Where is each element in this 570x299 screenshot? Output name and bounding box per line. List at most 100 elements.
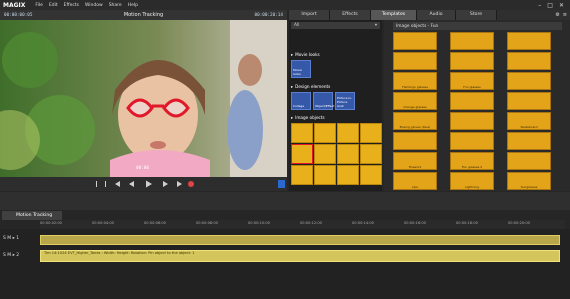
image-object-tile[interactable] <box>360 123 382 143</box>
image-object-cell[interactable]: Flamingo glasses <box>393 72 437 90</box>
image-object-tile[interactable] <box>337 165 359 185</box>
image-object-tile-selected[interactable] <box>291 144 313 164</box>
image-object-cell[interactable] <box>450 32 494 50</box>
tab-effects[interactable]: Effects <box>330 10 371 20</box>
image-object-cell[interactable]: Sunglasses <box>507 172 551 190</box>
tile-collage[interactable]: Collage <box>291 92 311 110</box>
menu-edit[interactable]: Edit <box>49 3 58 8</box>
timeline-ruler[interactable]: 00:00:02:00 00:00:04:00 00:00:06:00 00:00:0… <box>40 220 565 229</box>
image-object-cell[interactable]: Lightning <box>450 172 494 190</box>
image-object-cell[interactable]: Lips <box>393 172 437 190</box>
ruler-tick-label: 00:00:04:00 <box>92 221 114 225</box>
triangle-icon: ▸ <box>291 115 294 120</box>
track-tab[interactable]: Motion Tracking <box>2 211 62 220</box>
tab-import[interactable]: Import <box>289 10 330 20</box>
chevron-down-icon: ▾ <box>374 23 377 28</box>
tile-object-effect[interactable]: Object/Effect <box>313 92 335 110</box>
image-object-tile[interactable] <box>360 144 382 164</box>
image-object-cell[interactable] <box>507 132 551 150</box>
track-2-controls[interactable]: S M ▸ 2 <box>3 253 19 258</box>
prev-frame-icon[interactable] <box>129 181 134 187</box>
section-label: Image objects <box>295 115 325 120</box>
cell-label: Fun glasses <box>463 85 481 89</box>
image-object-cell[interactable] <box>507 92 551 110</box>
image-object-tile[interactable] <box>360 165 382 185</box>
image-object-cell[interactable] <box>393 132 437 150</box>
image-object-tile[interactable] <box>337 144 359 164</box>
video-frame <box>0 20 287 177</box>
skip-back-icon[interactable] <box>115 181 120 187</box>
clip-label: Tim 14:1024 EVT_Higher_Tones : Width: He… <box>44 251 195 255</box>
image-object-tile[interactable] <box>291 123 313 143</box>
image-object-tile[interactable] <box>291 165 313 185</box>
image-object-cell[interactable] <box>507 52 551 70</box>
tile-pip[interactable]: Picture-in-Picture Anst <box>335 92 355 110</box>
section-image-objects[interactable]: ▸ Image objects <box>291 115 325 120</box>
ruler-tick-label: 00:00:08:00 <box>196 221 218 225</box>
image-object-tile[interactable] <box>314 123 336 143</box>
tile-movie-looks[interactable]: Movie looks <box>291 60 311 78</box>
category-selector[interactable]: All ▾ <box>291 22 380 29</box>
tile-label: Object/Effect <box>315 104 335 108</box>
image-object-cell[interactable] <box>450 132 494 150</box>
menu-window[interactable]: Window <box>85 3 103 8</box>
image-object-cell[interactable] <box>393 52 437 70</box>
image-object-cell[interactable]: Orange glasses <box>393 92 437 110</box>
close-icon[interactable]: ✕ <box>559 2 564 9</box>
image-object-cell[interactable] <box>507 72 551 90</box>
cell-label: Skateboard <box>520 125 538 129</box>
minimize-icon[interactable]: – <box>538 2 541 9</box>
tab-store[interactable]: Store <box>456 10 497 20</box>
section-movie-looks[interactable]: ▸ Movie looks <box>291 52 320 57</box>
menu-bar: MAGIX File Edit Effects Window Share Hel… <box>0 0 570 10</box>
image-object-cell[interactable] <box>450 92 494 110</box>
tab-audio[interactable]: Audio <box>417 10 456 20</box>
image-object-tile[interactable] <box>314 144 336 164</box>
image-object-cell[interactable] <box>393 32 437 50</box>
video-preview[interactable]: 00:00 <box>0 20 287 177</box>
image-object-tile[interactable] <box>314 165 336 185</box>
menu-icon[interactable]: ≡ <box>563 12 567 18</box>
arranger-toolbar <box>0 192 570 210</box>
image-object-cell[interactable] <box>450 112 494 130</box>
preview-title: Motion Tracking <box>123 12 164 18</box>
image-object-cell[interactable]: Skateboard <box>507 112 551 130</box>
play-icon[interactable] <box>146 180 152 188</box>
track-1-controls[interactable]: S M ▸ 1 <box>3 236 19 241</box>
category-selector-value: All <box>294 23 300 28</box>
mark-out-icon[interactable] <box>105 181 106 187</box>
image-object-cell[interactable]: Firework <box>393 152 437 170</box>
mark-in-icon[interactable] <box>96 181 97 187</box>
image-object-tile[interactable] <box>337 123 359 143</box>
image-object-cell[interactable]: Fun glasses <box>450 72 494 90</box>
cell-label: Lightning <box>464 185 480 189</box>
tab-templates[interactable]: Templates <box>371 10 417 20</box>
menu-file[interactable]: File <box>35 3 43 8</box>
next-frame-icon[interactable] <box>163 181 168 187</box>
ruler-tick-label: 00:00:18:00 <box>456 221 478 225</box>
triangle-icon: ▸ <box>291 84 294 89</box>
settings-icon[interactable]: ⚙ <box>555 12 559 18</box>
record-icon[interactable] <box>188 181 194 187</box>
section-label: Design elements <box>295 84 331 89</box>
timecode-right: 00:00:20:14 <box>254 12 283 18</box>
section-design-elements[interactable]: ▸ Design elements <box>291 84 330 89</box>
cell-label: Orange glasses <box>403 105 427 109</box>
image-object-cell[interactable] <box>507 32 551 50</box>
image-object-cell[interactable] <box>450 52 494 70</box>
fullscreen-icon[interactable] <box>278 180 285 188</box>
maximize-icon[interactable]: □ <box>547 2 553 9</box>
video-clip[interactable] <box>40 235 560 245</box>
menu-share[interactable]: Share <box>109 3 122 8</box>
image-object-cell[interactable]: Fun glasses 2 <box>450 152 494 170</box>
menu-help[interactable]: Help <box>128 3 138 8</box>
template-tree: All ▾ ▸ Movie looks Movie looks ▸ Design e… <box>289 20 382 191</box>
image-object-cell[interactable]: Boxing gloves (blue) <box>393 112 437 130</box>
ruler-tick-label: 00:00:20:00 <box>508 221 530 225</box>
tile-label: Movie looks <box>293 68 302 76</box>
image-object-cell[interactable] <box>507 152 551 170</box>
menu-effects[interactable]: Effects <box>64 3 79 8</box>
image-object-clip[interactable]: Tim 14:1024 EVT_Higher_Tones : Width: He… <box>40 250 560 262</box>
skip-forward-icon[interactable] <box>177 181 182 187</box>
ruler-tick-label: 00:00:02:00 <box>40 221 62 225</box>
